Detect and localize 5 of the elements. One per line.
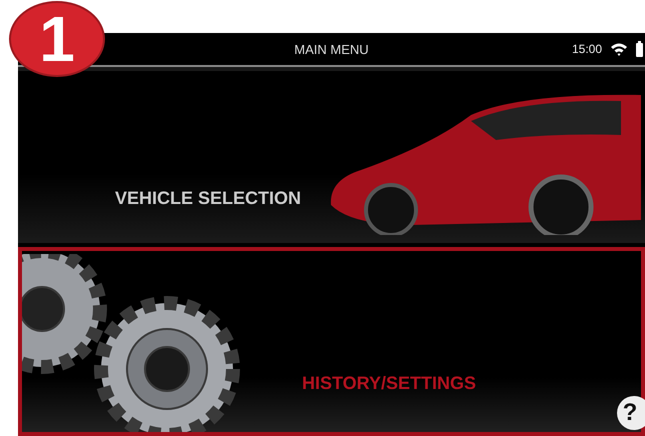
step-number-badge: 1 xyxy=(9,1,105,77)
battery-icon xyxy=(636,41,643,57)
clock-time: 15:00 xyxy=(572,42,602,56)
wifi-icon xyxy=(610,42,628,56)
screen-title: MAIN MENU xyxy=(294,42,369,56)
